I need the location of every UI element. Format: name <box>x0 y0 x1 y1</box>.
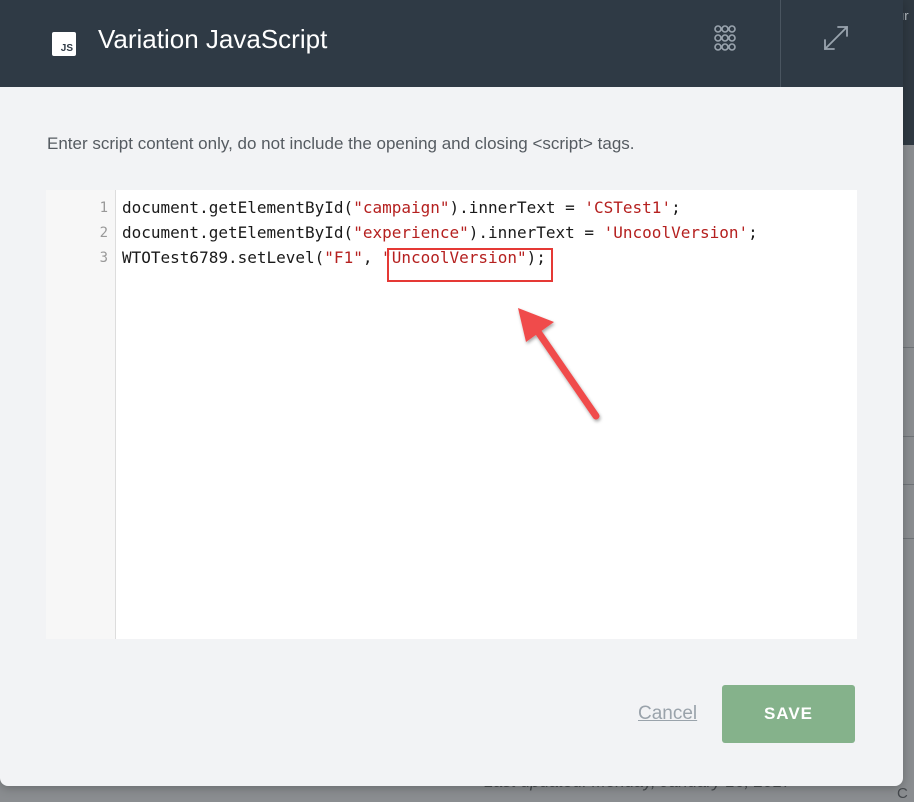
variation-javascript-modal: JS Variation JavaScript Enter script con… <box>0 0 903 786</box>
code-string-token: "F1" <box>324 248 363 267</box>
instruction-text: Enter script content only, do not includ… <box>47 134 635 153</box>
header-divider <box>780 0 781 87</box>
code-token: WTOTest6789.setLevel( <box>122 248 325 267</box>
code-token: ); <box>526 248 546 267</box>
expand-icon[interactable] <box>822 24 850 52</box>
code-string-token: "campaign" <box>353 198 450 217</box>
line-number: 3 <box>99 250 108 266</box>
backdrop-divider <box>903 347 914 348</box>
code-string-token: "UncoolVersion" <box>382 248 527 267</box>
line-number: 1 <box>99 200 108 216</box>
backdrop-divider <box>903 538 914 539</box>
backdrop-divider <box>903 484 914 485</box>
cancel-button[interactable]: Cancel <box>638 703 697 725</box>
code-line[interactable]: document.getElementById("experience").in… <box>122 223 758 242</box>
code-line[interactable]: WTOTest6789.setLevel("F1", "UncoolVersio… <box>122 248 546 267</box>
code-line[interactable]: document.getElementById("campaign").inne… <box>122 198 681 217</box>
modal-header: JS Variation JavaScript <box>0 0 903 87</box>
js-badge-label: JS <box>60 43 73 54</box>
line-number: 2 <box>99 225 108 241</box>
code-editor[interactable]: 1 document.getElementById("campaign").inn… <box>46 190 857 639</box>
backdrop-corner-text: C <box>897 785 908 802</box>
grid-dots-icon[interactable] <box>713 24 737 54</box>
code-string-token: 'CSTest1' <box>584 198 672 217</box>
code-token: document.getElementById( <box>122 223 354 242</box>
code-token: ).innerText = <box>449 198 585 217</box>
code-string-token: "experience" <box>353 223 469 242</box>
code-token: ; <box>671 198 681 217</box>
js-file-icon: JS <box>52 32 76 56</box>
code-token: ).innerText = <box>468 223 604 242</box>
modal-title: Variation JavaScript <box>98 24 328 54</box>
code-token: ; <box>748 223 758 242</box>
code-token: , <box>362 248 383 267</box>
code-string-token: 'UncoolVersion' <box>603 223 749 242</box>
save-button[interactable]: SAVE <box>722 685 855 743</box>
code-token: document.getElementById( <box>122 198 354 217</box>
backdrop-divider <box>903 436 914 437</box>
